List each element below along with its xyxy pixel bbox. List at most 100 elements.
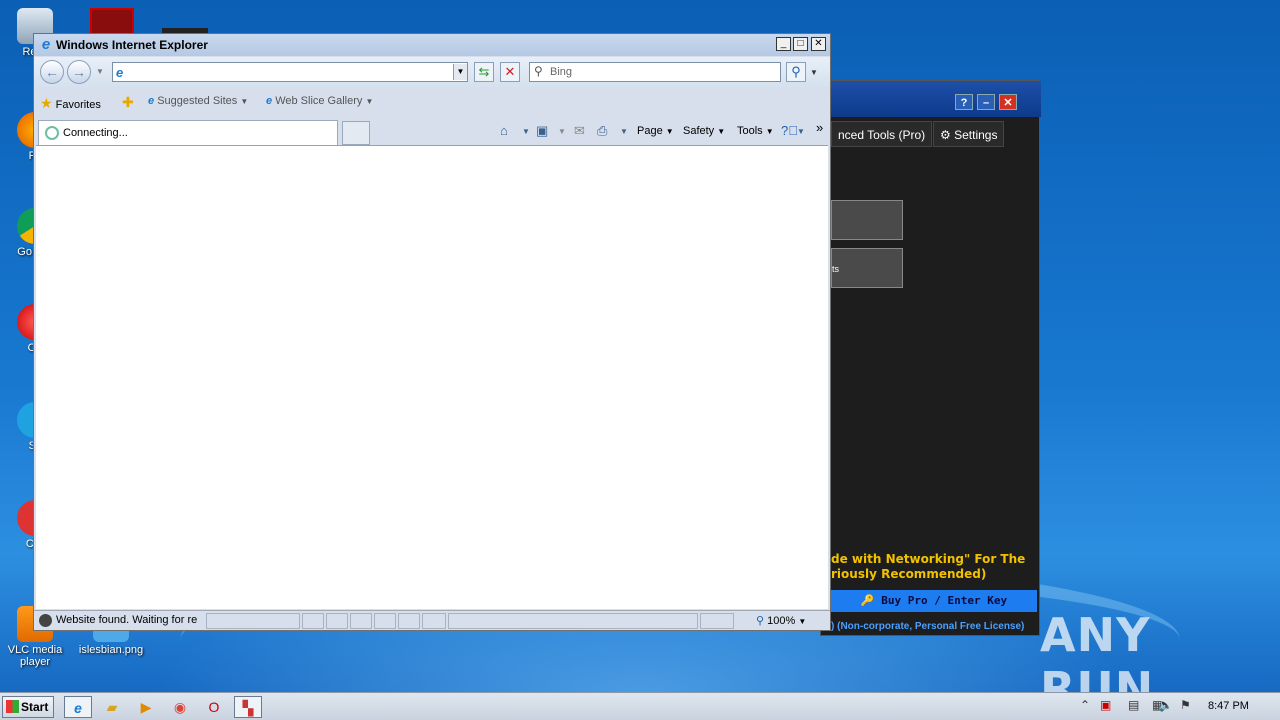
feeds-icon[interactable]: ▣: [536, 123, 548, 139]
chevron-down-icon: ▼: [365, 97, 374, 106]
favorites-star-icon: ★: [40, 95, 53, 111]
address-dropdown-button[interactable]: ▼: [453, 64, 467, 80]
ie-logo-icon: e: [41, 36, 51, 53]
home-icon[interactable]: ⌂: [500, 123, 508, 138]
loading-spinner-icon: [45, 126, 59, 140]
print-dropdown-icon[interactable]: ▼: [620, 127, 628, 136]
new-tab-button[interactable]: [342, 121, 370, 145]
favorites-button[interactable]: ★ Favorites: [40, 95, 101, 112]
window-title: Windows Internet Explorer: [56, 38, 208, 52]
ie-window[interactable]: e Windows Internet Explorer _ □ ✕ ← → ▼ …: [33, 33, 831, 631]
ie-page-icon: e: [266, 95, 273, 107]
close-button[interactable]: ✕: [811, 37, 826, 51]
tab-label: Connecting...: [63, 127, 128, 139]
suggested-sites-link[interactable]: e Suggested Sites ▼: [148, 95, 248, 107]
feeds-dropdown-icon[interactable]: ▼: [558, 127, 566, 136]
search-box[interactable]: ⚲ Bing: [529, 62, 781, 82]
license-text: ) (Non-corporate, Personal Free License): [831, 621, 1025, 632]
chevron-down-icon: ▼: [665, 127, 674, 136]
zoom-control[interactable]: ⚲ 100% ▼: [756, 614, 806, 627]
action-center-flag-icon[interactable]: ⚑: [1180, 698, 1191, 712]
status-pane: [374, 613, 396, 629]
tray-app-icon[interactable]: ▤: [1128, 698, 1139, 712]
taskbar-explorer[interactable]: ▰: [98, 696, 126, 718]
clock[interactable]: 8:47 PM: [1208, 700, 1249, 712]
tools-menu[interactable]: Tools ▼: [737, 125, 774, 137]
help-icon[interactable]: ?⃝: [781, 123, 798, 138]
taskbar-chrome[interactable]: ◉: [166, 696, 194, 718]
safety-menu-label: Safety: [683, 125, 715, 137]
buy-pro-button[interactable]: 🔑 Buy Pro / Enter Key: [831, 590, 1037, 612]
tray-alert-icon[interactable]: ▣: [1100, 698, 1111, 712]
tab-connecting[interactable]: Connecting...: [38, 120, 338, 145]
chevron-down-icon: ▼: [717, 127, 726, 136]
tools-menu-label: Tools: [737, 125, 763, 137]
favorites-label: Favorites: [55, 99, 101, 111]
status-pane: [326, 613, 348, 629]
refresh-button[interactable]: ⇆: [474, 62, 494, 82]
minimize-button[interactable]: _: [776, 37, 791, 51]
search-placeholder: Bing: [550, 66, 573, 78]
taskbar-app[interactable]: ▚: [234, 696, 262, 718]
volume-icon[interactable]: 🔈: [1158, 698, 1173, 712]
navigation-bar: ← → ▼ e ▼ ⇆ ✕ ⚲ Bing ⚲ ▼: [34, 57, 830, 87]
home-dropdown-icon[interactable]: ▼: [522, 127, 530, 136]
forward-button[interactable]: →: [67, 60, 91, 84]
close-button[interactable]: ✕: [999, 94, 1017, 110]
page-content[interactable]: [36, 145, 828, 609]
start-button[interactable]: Start: [2, 696, 54, 718]
ie-titlebar: e Windows Internet Explorer _ □ ✕: [34, 34, 830, 56]
address-bar[interactable]: e ▼: [112, 62, 468, 82]
status-loading-icon: [39, 614, 52, 627]
chevron-more-icon[interactable]: »: [816, 120, 823, 135]
tab-settings-label: Settings: [954, 128, 998, 142]
minimize-button[interactable]: –: [977, 94, 995, 110]
page-menu[interactable]: Page ▼: [637, 125, 674, 137]
suggested-sites-label: Suggested Sites: [157, 95, 238, 107]
chevron-down-icon: ▼: [240, 97, 249, 106]
status-pane: [422, 613, 446, 629]
taskbar-opera[interactable]: O: [200, 696, 228, 718]
tray-expand-icon[interactable]: ⌃: [1080, 698, 1090, 712]
tab-row: Connecting... ⌂ ▼ ▣ ▼ ✉ ⎙ ▼ Page ▼ Safet…: [34, 117, 830, 145]
stop-button[interactable]: ✕: [500, 62, 520, 82]
chevron-down-icon: ▼: [798, 617, 807, 626]
search-options-dropdown-icon[interactable]: ▼: [810, 68, 818, 77]
web-slice-gallery-link[interactable]: e Web Slice Gallery ▼: [266, 95, 373, 107]
tab-settings[interactable]: ⚙ Settings: [933, 121, 1005, 147]
back-button[interactable]: ←: [40, 60, 64, 84]
gear-icon: ⚙: [940, 128, 951, 142]
pdf-icon[interactable]: [90, 8, 134, 36]
search-button[interactable]: ⚲: [786, 62, 806, 82]
background-app-window[interactable]: ? – ✕ nced Tools (Pro) ⚙ Settings ts de …: [820, 80, 1041, 636]
status-pane: [350, 613, 372, 629]
tab-advanced-tools[interactable]: nced Tools (Pro): [831, 121, 933, 147]
status-pane: [302, 613, 324, 629]
taskbar-media-player[interactable]: ▶: [132, 696, 160, 718]
page-icon: e: [116, 65, 124, 80]
ie-page-icon: e: [148, 95, 155, 107]
add-to-favorites-icon[interactable]: ✚: [122, 94, 134, 111]
warning-line-2: riously Recommended): [831, 567, 987, 581]
windows-logo-icon: [6, 700, 19, 713]
help-button[interactable]: ?: [955, 94, 973, 110]
search-icon: ⚲: [534, 64, 543, 78]
app-button-2[interactable]: ts: [831, 248, 903, 288]
safe-mode-warning: de with Networking" For The riously Reco…: [831, 552, 1025, 582]
print-icon[interactable]: ⎙: [597, 123, 607, 139]
start-label: Start: [21, 700, 49, 714]
status-pane: [206, 613, 300, 629]
status-pane: [448, 613, 698, 629]
app-button-1[interactable]: [831, 200, 903, 240]
taskbar-ie[interactable]: e: [64, 696, 92, 718]
recent-pages-dropdown-icon[interactable]: ▼: [96, 67, 104, 76]
status-pane: [398, 613, 420, 629]
zoom-icon: ⚲: [756, 615, 765, 627]
help-dropdown-icon[interactable]: ▼: [797, 127, 805, 136]
maximize-button[interactable]: □: [793, 37, 808, 51]
safety-menu[interactable]: Safety ▼: [683, 125, 725, 137]
protected-mode-indicator[interactable]: [700, 613, 734, 629]
mail-icon[interactable]: ✉: [574, 123, 585, 139]
web-slice-gallery-label: Web Slice Gallery: [275, 95, 363, 107]
warning-line-1: de with Networking" For The: [831, 552, 1026, 566]
